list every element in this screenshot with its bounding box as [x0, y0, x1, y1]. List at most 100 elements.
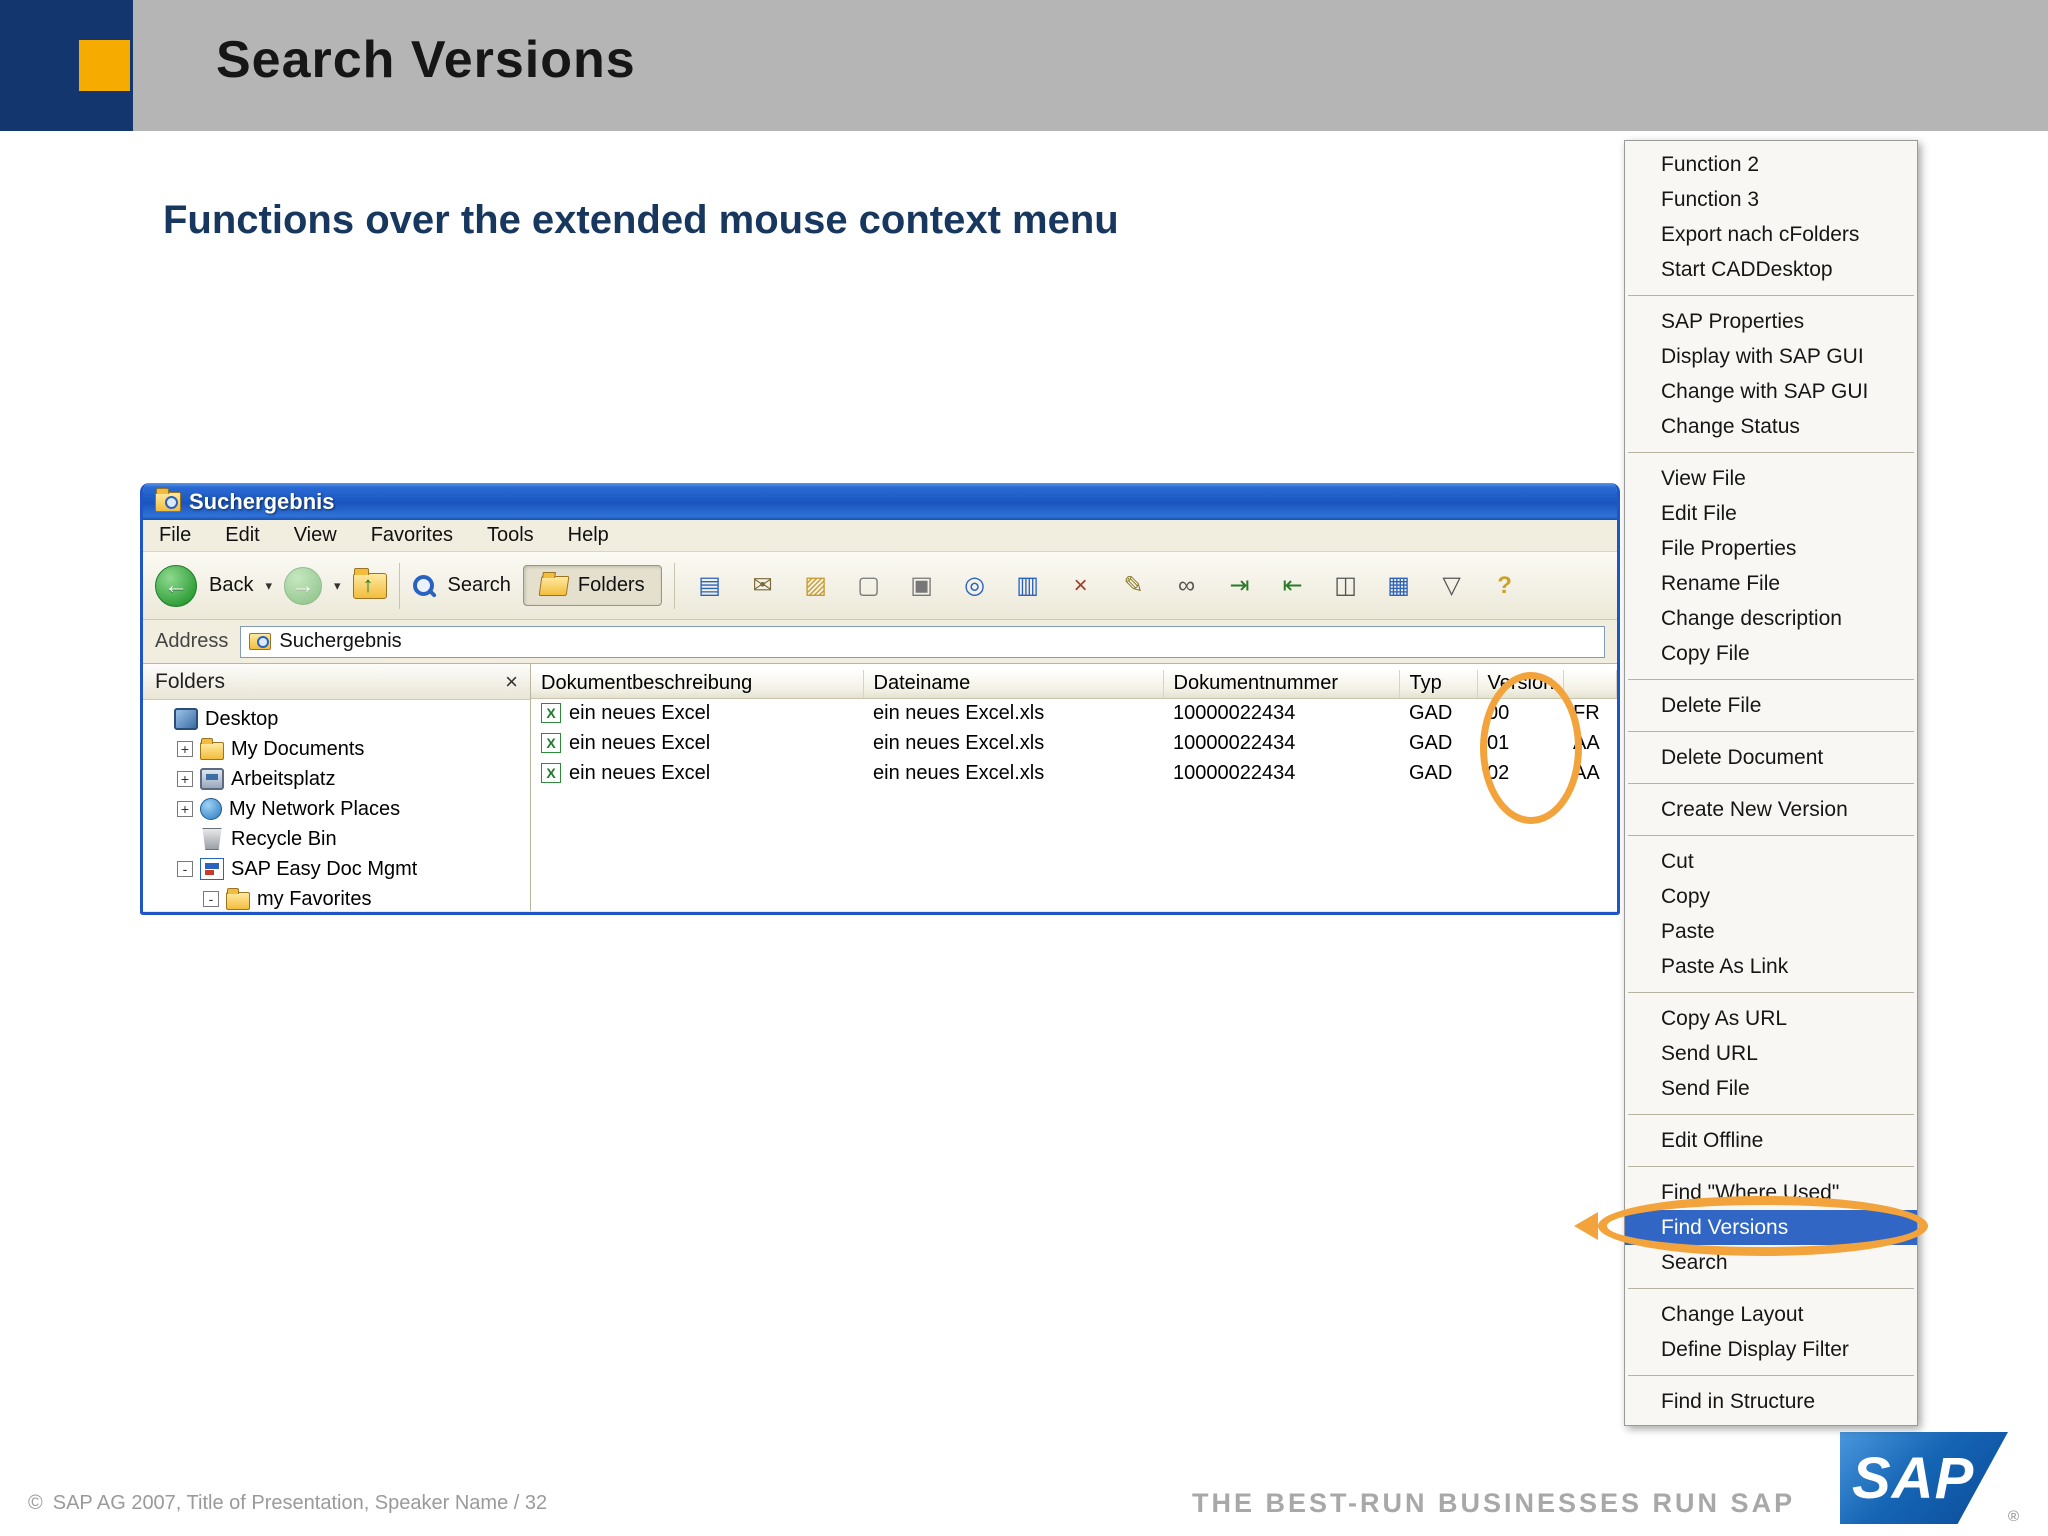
- help-icon[interactable]: ?: [1490, 571, 1520, 601]
- context-menu-item-create-new-version[interactable]: Create New Version: [1625, 792, 1917, 827]
- context-menu-item-rename-file[interactable]: Rename File: [1625, 566, 1917, 601]
- column-header-extra[interactable]: [1563, 670, 1617, 699]
- search-button-label[interactable]: Search: [448, 574, 511, 597]
- edit-icon[interactable]: ✎: [1119, 571, 1149, 601]
- context-menu-item-paste-as-link[interactable]: Paste As Link: [1625, 949, 1917, 984]
- checkout-icon[interactable]: ⇥: [1225, 571, 1255, 601]
- context-menu-item-change-layout[interactable]: Change Layout: [1625, 1297, 1917, 1332]
- copy-document-icon[interactable]: ▣: [907, 571, 937, 601]
- expand-icon[interactable]: +: [177, 801, 193, 817]
- back-dropdown-icon[interactable]: ▾: [265, 578, 272, 594]
- folders-button[interactable]: Folders: [522, 565, 662, 606]
- context-menu-item-edit-offline[interactable]: Edit Offline: [1625, 1123, 1917, 1158]
- slide-title: Search Versions: [216, 31, 636, 89]
- menu-help[interactable]: Help: [568, 524, 609, 547]
- sap-logo-text: SAP: [1852, 1445, 1975, 1511]
- document-description: ein neues Excel: [569, 731, 711, 754]
- forward-arrow-glyph: →: [291, 571, 315, 599]
- menu-separator: [1628, 1375, 1914, 1376]
- context-menu-item-edit-file[interactable]: Edit File: [1625, 496, 1917, 531]
- context-menu-item-send-url[interactable]: Send URL: [1625, 1036, 1917, 1071]
- new-document-icon[interactable]: ▢: [854, 571, 884, 601]
- checkin-icon[interactable]: ⇤: [1278, 571, 1308, 601]
- tree-item-my-network-places[interactable]: + My Network Places: [143, 794, 530, 824]
- document-description: ein neues Excel: [569, 761, 711, 784]
- back-button-label[interactable]: Back: [209, 574, 253, 597]
- context-menu-item-send-file[interactable]: Send File: [1625, 1071, 1917, 1106]
- tree-item-my-favorites[interactable]: - my Favorites: [143, 884, 530, 911]
- context-menu-item-display-with-sap-gui[interactable]: Display with SAP GUI: [1625, 339, 1917, 374]
- menu-file[interactable]: File: [159, 524, 191, 547]
- versions-icon[interactable]: ▥: [1013, 571, 1043, 601]
- tree-item-my-documents[interactable]: + My Documents: [143, 734, 530, 764]
- expand-icon[interactable]: +: [177, 741, 193, 757]
- tree-item-recycle-bin[interactable]: Recycle Bin: [143, 824, 530, 854]
- window-titlebar[interactable]: Suchergebnis: [143, 483, 1617, 520]
- back-icon[interactable]: ←: [155, 564, 197, 607]
- table-cell: 10000022434: [1173, 731, 1296, 754]
- context-menu-item-copy[interactable]: Copy: [1625, 879, 1917, 914]
- tree-label: my Favorites: [257, 887, 372, 910]
- easy-doc-icon[interactable]: ▤: [695, 571, 725, 601]
- context-menu-item-copy-file[interactable]: Copy File: [1625, 636, 1917, 671]
- excel-file-icon: [541, 733, 561, 753]
- search-icon[interactable]: [412, 574, 436, 598]
- column-header-dokumentbeschreibung[interactable]: Dokumentbeschreibung: [531, 670, 864, 699]
- column-header-dateiname[interactable]: Dateiname: [863, 670, 1164, 699]
- menu-view[interactable]: View: [294, 524, 337, 547]
- context-menu-item-sap-properties[interactable]: SAP Properties: [1625, 304, 1917, 339]
- tree-item-desktop[interactable]: Desktop: [143, 704, 530, 734]
- layout-icon[interactable]: ▦: [1384, 571, 1414, 601]
- context-menu-item-delete-document[interactable]: Delete Document: [1625, 740, 1917, 775]
- menu-tools[interactable]: Tools: [487, 524, 534, 547]
- context-menu-item-export-nach-cfolders[interactable]: Export nach cFolders: [1625, 217, 1917, 252]
- context-menu-item-define-display-filter[interactable]: Define Display Filter: [1625, 1332, 1917, 1367]
- tree-label: Desktop: [205, 707, 279, 730]
- menu-separator: [1628, 679, 1914, 680]
- results-table: Dokumentbeschreibung Dateiname Dokumentnum…: [531, 670, 1617, 788]
- context-menu-item-paste[interactable]: Paste: [1625, 914, 1917, 949]
- context-menu-item-function-2[interactable]: Function 2: [1625, 147, 1917, 182]
- table-row[interactable]: ein neues Excel ein neues Excel.xls 100000…: [531, 728, 1617, 758]
- folders-pane-header: Folders ×: [143, 664, 530, 700]
- context-menu-item-cut[interactable]: Cut: [1625, 844, 1917, 879]
- context-menu-item-change-status[interactable]: Change Status: [1625, 409, 1917, 444]
- context-menu-item-change-with-sap-gui[interactable]: Change with SAP GUI: [1625, 374, 1917, 409]
- menu-favorites[interactable]: Favorites: [371, 524, 453, 547]
- column-header-typ[interactable]: Typ: [1399, 670, 1478, 699]
- close-icon[interactable]: ×: [505, 670, 518, 693]
- address-input[interactable]: Suchergebnis: [240, 625, 1605, 658]
- table-row[interactable]: ein neues Excel ein neues Excel.xls 100000…: [531, 698, 1617, 728]
- preview-icon[interactable]: ◎: [960, 571, 990, 601]
- context-menu-item-view-file[interactable]: View File: [1625, 461, 1917, 496]
- new-folder-icon[interactable]: ▨: [801, 571, 831, 601]
- forward-icon[interactable]: →: [284, 566, 322, 605]
- filter-icon[interactable]: ▽: [1437, 571, 1467, 601]
- collapse-icon[interactable]: -: [177, 861, 193, 877]
- context-menu-item-change-description[interactable]: Change description: [1625, 601, 1917, 636]
- tree-item-sap-easy-doc-mgmt[interactable]: - SAP Easy Doc Mgmt: [143, 854, 530, 884]
- collapse-icon[interactable]: -: [203, 891, 219, 907]
- link-icon[interactable]: ∞: [1172, 571, 1202, 601]
- context-menu-item-copy-as-url[interactable]: Copy As URL: [1625, 1001, 1917, 1036]
- save-icon[interactable]: ◫: [1331, 571, 1361, 601]
- toolbar-separator: [673, 562, 675, 609]
- context-menu-item-file-properties[interactable]: File Properties: [1625, 531, 1917, 566]
- tree-item-arbeitsplatz[interactable]: + Arbeitsplatz: [143, 764, 530, 794]
- table-cell: ein neues Excel.xls: [873, 701, 1045, 724]
- context-menu-item-find-in-structure[interactable]: Find in Structure: [1625, 1384, 1917, 1419]
- expand-icon[interactable]: +: [177, 771, 193, 787]
- delete-icon[interactable]: ×: [1066, 571, 1096, 601]
- tree-label: Recycle Bin: [231, 827, 337, 850]
- up-folder-icon[interactable]: [352, 567, 387, 599]
- menu-edit[interactable]: Edit: [225, 524, 259, 547]
- context-menu-item-start-caddesktop[interactable]: Start CADDesktop: [1625, 252, 1917, 287]
- annotation-arrow-icon: [1574, 1212, 1598, 1240]
- table-cell: GAD: [1409, 731, 1453, 754]
- column-header-dokumentnummer[interactable]: Dokumentnummer: [1163, 670, 1400, 699]
- table-row[interactable]: ein neues Excel ein neues Excel.xls 100000…: [531, 758, 1617, 788]
- context-menu-item-delete-file[interactable]: Delete File: [1625, 688, 1917, 723]
- forward-dropdown-icon[interactable]: ▾: [334, 578, 341, 594]
- mail-icon[interactable]: ✉: [748, 571, 778, 601]
- context-menu-item-function-3[interactable]: Function 3: [1625, 182, 1917, 217]
